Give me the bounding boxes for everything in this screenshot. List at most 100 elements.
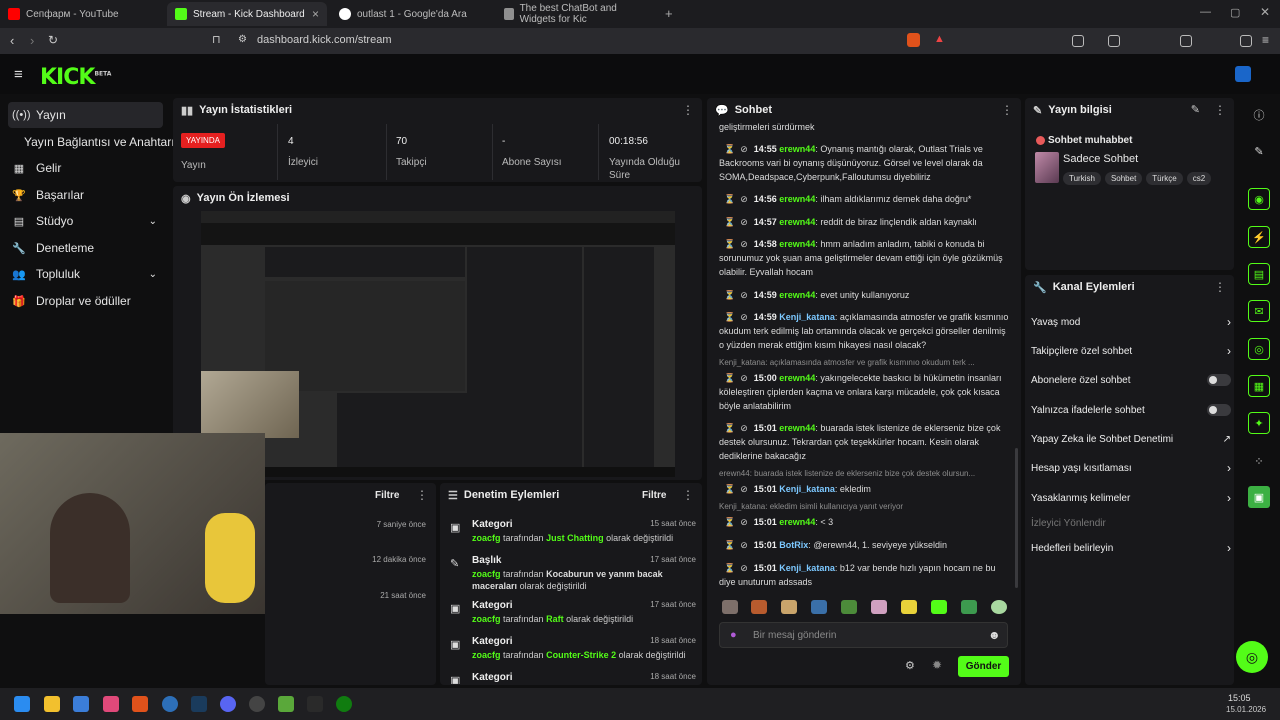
action-emotes-only[interactable]: Yalnızca ifadelerle sohbet bbox=[1031, 402, 1231, 418]
windows-start-icon[interactable] bbox=[14, 696, 30, 712]
extension-icon[interactable] bbox=[1072, 35, 1084, 47]
emoji-icon[interactable]: ☻ bbox=[988, 628, 1001, 642]
bookmark-icon[interactable]: ⊓ bbox=[212, 33, 221, 46]
emote-icon[interactable] bbox=[991, 600, 1007, 614]
forward-icon[interactable]: › bbox=[30, 33, 34, 48]
sidebar-item-basarilar[interactable]: 🏆 Başarılar bbox=[8, 182, 163, 208]
brave-shield-icon[interactable] bbox=[907, 33, 920, 47]
discord-icon[interactable] bbox=[220, 696, 236, 712]
action-subscribers-only[interactable]: Abonelere özel sohbet bbox=[1031, 372, 1231, 388]
extension-icon[interactable]: ▣ bbox=[1248, 486, 1270, 508]
chat-message: ⏳ ⊘ 15:01 Kenji_katana: ekledim bbox=[719, 484, 871, 494]
browser-tab[interactable]: outlast 1 - Google'da Ara bbox=[331, 2, 491, 26]
steam-icon[interactable] bbox=[191, 696, 207, 712]
info-icon[interactable]: ⓘ bbox=[1248, 104, 1270, 126]
more-options-icon[interactable]: ⋮ bbox=[1001, 103, 1013, 117]
more-options-icon[interactable]: ⋮ bbox=[682, 103, 694, 117]
document-icon[interactable]: ▤ bbox=[1248, 263, 1270, 285]
sidebar-item-topluluk[interactable]: 👥 Topluluk ⌄ bbox=[8, 261, 163, 287]
more-options-icon[interactable]: ⋮ bbox=[682, 488, 694, 502]
action-account-age[interactable]: Hesap yaşı kısıtlaması › bbox=[1031, 460, 1231, 476]
maximize-icon[interactable]: ▢ bbox=[1230, 6, 1240, 19]
kick-logo[interactable]: KICKBETA bbox=[40, 65, 111, 90]
minecraft-icon[interactable] bbox=[278, 696, 294, 712]
wrench-icon[interactable]: ✦ bbox=[1248, 412, 1270, 434]
send-button[interactable]: Gönder bbox=[958, 656, 1009, 677]
emote-icon[interactable] bbox=[961, 600, 977, 614]
apps-icon[interactable]: ⁘ bbox=[1248, 450, 1270, 472]
camera-icon[interactable]: ◉ bbox=[1248, 188, 1270, 210]
epic-games-icon[interactable] bbox=[307, 696, 323, 712]
emote-icon[interactable] bbox=[931, 600, 947, 614]
rewards-icon[interactable]: ▲ bbox=[934, 33, 945, 45]
reply-preview[interactable]: Kenji_katana: açıklamasında atmosfer ve … bbox=[719, 358, 975, 367]
layout-icon[interactable]: ▦ bbox=[1248, 375, 1270, 397]
address-bar-row: ‹ › ↻ ⊓ ⚙ dashboard.kick.com/stream ▲ ≡ bbox=[0, 28, 1280, 54]
toggle-switch[interactable] bbox=[1207, 374, 1231, 386]
chat-bubble-icon[interactable]: ✉ bbox=[1248, 300, 1270, 322]
sidebar-toggle-icon[interactable] bbox=[1180, 35, 1192, 47]
emote-icon[interactable] bbox=[751, 600, 767, 614]
vpn-icon[interactable] bbox=[1240, 35, 1252, 47]
browser-tab-active[interactable]: Stream - Kick Dashboard × bbox=[167, 2, 327, 26]
filter-button[interactable]: Filtre bbox=[375, 490, 399, 501]
xbox-icon[interactable] bbox=[336, 696, 352, 712]
browser-tab[interactable]: Сепфарм - YouTube bbox=[0, 2, 165, 26]
close-window-icon[interactable]: ✕ bbox=[1260, 5, 1270, 19]
broadcast-icon[interactable]: ◎ bbox=[1248, 338, 1270, 360]
action-slow-mode[interactable]: Yavaş mod › bbox=[1031, 314, 1231, 330]
url-text[interactable]: dashboard.kick.com/stream bbox=[257, 34, 392, 46]
more-options-icon[interactable]: ⋮ bbox=[1214, 103, 1226, 117]
menu-icon[interactable]: ≡ bbox=[1262, 33, 1269, 47]
action-followers-only[interactable]: Takipçilere özel sohbet › bbox=[1031, 343, 1231, 359]
studio-icon: ▤ bbox=[13, 215, 25, 228]
sidebar-item-denetleme[interactable]: 🔧 Denetleme bbox=[8, 235, 163, 261]
reload-icon[interactable]: ↻ bbox=[48, 33, 58, 47]
action-goals[interactable]: Hedefleri belirleyin › bbox=[1031, 540, 1231, 556]
emote-icon[interactable] bbox=[841, 600, 857, 614]
reply-preview[interactable]: erewn44: buarada istek listenize de ekle… bbox=[719, 469, 975, 478]
new-tab-icon[interactable]: + bbox=[665, 6, 673, 21]
sidebar-item-gelir[interactable]: ▦ Gelir bbox=[8, 155, 163, 181]
filter-button[interactable]: Filtre bbox=[642, 490, 666, 501]
toggle-switch[interactable] bbox=[1207, 404, 1231, 416]
user-avatar[interactable] bbox=[1235, 66, 1251, 82]
pencil-icon[interactable]: ✎ bbox=[1191, 103, 1200, 116]
sidebar-item-stream-key[interactable]: Yayın Bağlantısı ve Anahtarı bbox=[20, 129, 175, 155]
hamburger-menu-icon[interactable]: ≡ bbox=[14, 66, 23, 83]
emote-icon[interactable] bbox=[722, 600, 738, 614]
obs-icon[interactable] bbox=[249, 696, 265, 712]
brave-icon[interactable] bbox=[132, 696, 148, 712]
pencil-icon[interactable]: ✎ bbox=[1248, 140, 1270, 162]
emote-icon[interactable] bbox=[781, 600, 797, 614]
chat-scrollbar[interactable] bbox=[1015, 448, 1018, 588]
emote-icon[interactable] bbox=[811, 600, 827, 614]
close-tab-icon[interactable]: × bbox=[312, 7, 319, 21]
more-options-icon[interactable]: ⋮ bbox=[416, 488, 428, 502]
emote-icon[interactable] bbox=[871, 600, 887, 614]
back-icon[interactable]: ‹ bbox=[10, 33, 14, 48]
lightning-icon[interactable]: ⚡ bbox=[1248, 226, 1270, 248]
file-explorer-icon[interactable] bbox=[44, 696, 60, 712]
chat-input[interactable]: ● Bir mesaj gönderin ☻ bbox=[719, 622, 1008, 648]
site-info-icon[interactable]: ⚙ bbox=[238, 34, 247, 45]
more-options-icon[interactable]: ⋮ bbox=[1214, 280, 1226, 294]
trophy-icon: 🏆 bbox=[12, 189, 26, 202]
support-chat-button[interactable]: ◎ bbox=[1236, 641, 1268, 673]
emote-icon[interactable] bbox=[901, 600, 917, 614]
sidebar-item-yayin[interactable]: ((•)) Yayın bbox=[8, 102, 163, 128]
app-icon[interactable] bbox=[162, 696, 178, 712]
sidebar-item-studyo[interactable]: ▤ Stüdyo ⌄ bbox=[8, 208, 163, 234]
reply-preview[interactable]: Kenji_katana: ekledim isimli kullanıcıya… bbox=[719, 502, 903, 511]
minimize-icon[interactable]: — bbox=[1200, 6, 1211, 18]
app-icon[interactable] bbox=[73, 696, 89, 712]
extension-icon[interactable] bbox=[1108, 35, 1120, 47]
microphone-icon[interactable]: ● bbox=[730, 629, 737, 641]
action-ai-moderation[interactable]: Yapay Zeka ile Sohbet Denetimi ↗ bbox=[1031, 431, 1231, 447]
instagram-icon[interactable] bbox=[103, 696, 119, 712]
action-banned-words[interactable]: Yasaklanmış kelimeler › bbox=[1031, 490, 1231, 506]
sidebar-item-droplar[interactable]: 🎁 Droplar ve ödüller bbox=[8, 288, 163, 314]
bot-icon[interactable]: ✹ bbox=[932, 658, 942, 672]
browser-tab[interactable]: The best ChatBot and Widgets for Kic bbox=[496, 2, 661, 26]
settings-icon[interactable]: ⚙ bbox=[905, 659, 915, 672]
